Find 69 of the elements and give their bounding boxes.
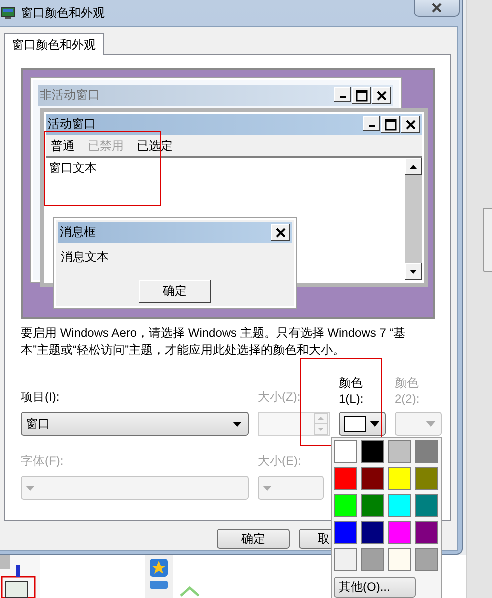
dialog-button[interactable]: 确定 [217, 529, 290, 549]
color-swatch[interactable] [415, 467, 438, 490]
color-swatch[interactable] [334, 548, 357, 571]
window-title: 窗口颜色和外观 [21, 4, 105, 22]
window-text: 窗口文本 [49, 161, 97, 175]
close-button[interactable] [414, 0, 460, 17]
menu-item[interactable]: 普通 [51, 138, 75, 153]
description-text: 要启用 Windows Aero，请选择 Windows 主题。只有选择 Windows 7 “基本”主题或“轻松访问”主题，才能应用此处选择的颜色和大小。 [21, 325, 407, 359]
other-colors-button[interactable]: 其他(O)... [334, 577, 416, 598]
window-title: 消息框 [60, 224, 96, 241]
minimize-icon [368, 125, 374, 127]
color-swatch[interactable] [361, 521, 384, 544]
color-swatch[interactable] [334, 440, 357, 463]
chevron-up-icon [179, 585, 201, 597]
color-swatch[interactable] [334, 494, 357, 517]
down-arrow-icon [410, 270, 417, 274]
close-icon [404, 118, 416, 130]
caret-icon [233, 422, 242, 426]
color-swatch[interactable] [388, 521, 411, 544]
scrollbar[interactable] [405, 158, 422, 280]
color-swatch[interactable] [334, 467, 357, 490]
field-label: 大小(E): [258, 453, 302, 470]
up-arrow-icon [410, 164, 417, 168]
color-swatch[interactable] [361, 494, 384, 517]
caret-icon [426, 421, 436, 427]
spin-arrows-icon [314, 413, 328, 435]
color-swatch[interactable] [415, 548, 438, 571]
close-icon [431, 3, 443, 13]
caret-icon [370, 421, 380, 427]
window-title: 非活动窗口 [40, 87, 100, 104]
maximize-button[interactable] [381, 116, 400, 133]
color-swatch[interactable] [388, 467, 411, 490]
ok-button[interactable]: 确定 [139, 280, 211, 303]
color-swatch[interactable] [361, 467, 384, 490]
color-swatch[interactable] [388, 440, 411, 463]
field-label: 颜色 1(L): [339, 375, 365, 408]
color-swatch[interactable] [415, 494, 438, 517]
message-text: 消息文本 [60, 249, 110, 266]
window-title: 活动窗口 [48, 116, 96, 133]
star-icon [150, 559, 168, 577]
field-label: 字体(F): [21, 453, 65, 470]
minimize-button[interactable] [363, 116, 380, 131]
close-icon [274, 226, 286, 238]
scroll-up-button[interactable] [405, 158, 422, 175]
scroll-down-button[interactable] [405, 263, 422, 280]
field-label: 颜色 2(2): [395, 375, 421, 408]
close-icon [376, 90, 388, 102]
color-swatch[interactable] [361, 548, 384, 571]
square-icon [150, 581, 168, 589]
field-label: 项目(I): [21, 389, 61, 406]
maximize-icon [384, 118, 396, 130]
minimize-icon [340, 96, 346, 98]
dropdown-value: 窗口 [26, 416, 50, 432]
color-swatch[interactable] [361, 440, 384, 463]
color-button[interactable] [339, 412, 386, 436]
color-swatch[interactable] [334, 521, 357, 544]
tab[interactable]: 窗口颜色和外观 [4, 33, 104, 55]
scroll-thumb[interactable] [483, 208, 492, 272]
color-swatch[interactable] [388, 494, 411, 517]
color-swatch[interactable] [415, 521, 438, 544]
color-swatch[interactable] [388, 548, 411, 571]
color-swatch[interactable] [415, 440, 438, 463]
dropdown[interactable]: 窗口 [21, 412, 249, 436]
maximize-icon [356, 90, 368, 102]
caret-icon [263, 486, 272, 490]
caret-icon [26, 486, 35, 490]
scrollbar[interactable] [466, 0, 492, 598]
field-label: 大小(Z): [258, 389, 302, 406]
monitor-icon [1, 7, 15, 19]
